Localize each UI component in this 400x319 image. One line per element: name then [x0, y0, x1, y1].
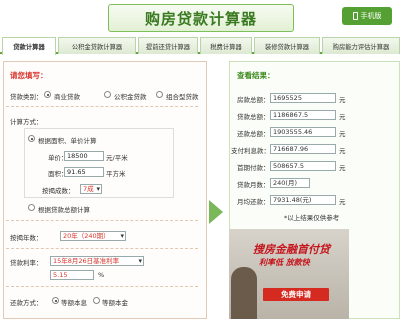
loan-type-commercial-label: 商业贷款: [54, 93, 80, 101]
result-label-months: 贷款月数：: [237, 181, 270, 189]
calculator-tabs: 贷款计算器 公积金贷款计算器 提前还贷计算器 税费计算器 装修贷款计算器 购房能…: [0, 37, 400, 55]
ad-subline: 利率低 放款快: [259, 258, 310, 267]
repay-equal-installment-label: 等额本息: [61, 299, 87, 307]
rate-select[interactable]: 15年8月26日基准利率: [50, 256, 144, 266]
loan-type-fund-label: 公积金贷款: [114, 93, 147, 101]
result-interest: 716687.96: [270, 144, 336, 154]
divider: [6, 106, 198, 107]
result-months: 240(月): [270, 178, 310, 188]
tab-renovation-loan[interactable]: 装修贷款计算器: [254, 37, 320, 54]
result-down-payment: 508657.5: [270, 161, 336, 171]
result-label-loan-total: 贷款总额：: [237, 113, 270, 121]
result-section-title: 查看结果：: [237, 71, 275, 80]
repay-equal-principal-radio[interactable]: [93, 297, 100, 304]
result-repay-total: 1903555.46: [270, 127, 336, 137]
method-area-radio[interactable]: [28, 135, 35, 142]
result-label-down-payment: 首期付款：: [237, 164, 270, 172]
ratio-select[interactable]: 7成: [80, 184, 102, 194]
repay-label: 还款方式：: [10, 299, 43, 307]
loan-type-commercial-radio[interactable]: [44, 91, 51, 98]
result-label-house-total: 房款总额：: [237, 96, 270, 104]
person-image: [231, 267, 257, 319]
loan-type-combo-label: 组合型贷款: [166, 93, 199, 101]
result-note: *以上结果仅供参考: [284, 214, 340, 222]
method-area-label: 根据面积、单价计算: [38, 137, 97, 145]
result-monthly: 7931.48(元): [270, 195, 336, 205]
arrow-right-icon: [209, 200, 223, 224]
result-label-interest: 支付利息款：: [231, 147, 270, 155]
ratio-label: 按揭成数：: [42, 187, 75, 195]
result-unit: 元: [339, 113, 346, 121]
unit-price-unit: 元/平米: [106, 154, 128, 162]
ad-banner[interactable]: 搜房金融首付贷 利率低 放款快 免费申请: [229, 229, 349, 319]
result-unit: 元: [339, 130, 346, 138]
area-input[interactable]: 91.65: [64, 167, 104, 177]
loan-type-combo-radio[interactable]: [156, 91, 163, 98]
tab-provident-fund[interactable]: 公积金贷款计算器: [58, 37, 136, 54]
result-unit: 元: [339, 198, 346, 206]
mobile-version-button[interactable]: 手机版: [342, 7, 392, 25]
phone-icon: [352, 12, 358, 20]
result-house-total: 1695525: [270, 93, 336, 103]
page-title-box: 购房贷款计算器: [108, 4, 294, 32]
rate-label: 贷款利率：: [10, 259, 43, 267]
divider: [6, 248, 198, 249]
result-unit: 元: [339, 96, 346, 104]
tab-affordability[interactable]: 购房能力评估计算器: [322, 37, 400, 54]
rate-unit: %: [98, 271, 105, 279]
years-label: 按揭年数：: [10, 234, 43, 242]
loan-type-label: 贷款类别：: [10, 93, 43, 101]
divider: [6, 286, 198, 287]
input-section-title: 请您填写：: [10, 71, 48, 80]
result-unit: 元: [339, 164, 346, 172]
rate-input[interactable]: 5.15: [50, 270, 94, 280]
header: 购房贷款计算器 手机版: [0, 0, 400, 36]
tab-loan-calculator[interactable]: 贷款计算器: [2, 37, 56, 55]
method-total-radio[interactable]: [28, 204, 35, 211]
calc-method-label: 计算方式：: [10, 118, 43, 126]
tab-tax[interactable]: 税费计算器: [200, 37, 252, 54]
result-loan-total: 1186867.5: [270, 110, 336, 120]
ad-apply-button[interactable]: 免费申请: [263, 288, 329, 301]
mobile-version-label: 手机版: [360, 12, 382, 20]
method-total-label: 根据贷款总额计算: [38, 206, 90, 214]
repay-equal-principal-label: 等额本金: [102, 299, 128, 307]
page-title: 购房贷款计算器: [144, 9, 257, 28]
tab-prepayment[interactable]: 提前还贷计算器: [138, 37, 198, 54]
result-label-monthly: 月均还款：: [237, 198, 270, 206]
years-select[interactable]: 20年（240期）: [60, 231, 126, 241]
area-unit: 平方米: [106, 170, 126, 178]
ad-headline: 搜房金融首付贷: [253, 243, 330, 256]
divider: [6, 220, 198, 221]
unit-price-input[interactable]: 18500: [64, 151, 104, 161]
repay-equal-installment-radio[interactable]: [52, 297, 59, 304]
result-label-repay-total: 还款总额：: [237, 130, 270, 138]
loan-type-fund-radio[interactable]: [104, 91, 111, 98]
result-unit: 元: [339, 147, 346, 155]
